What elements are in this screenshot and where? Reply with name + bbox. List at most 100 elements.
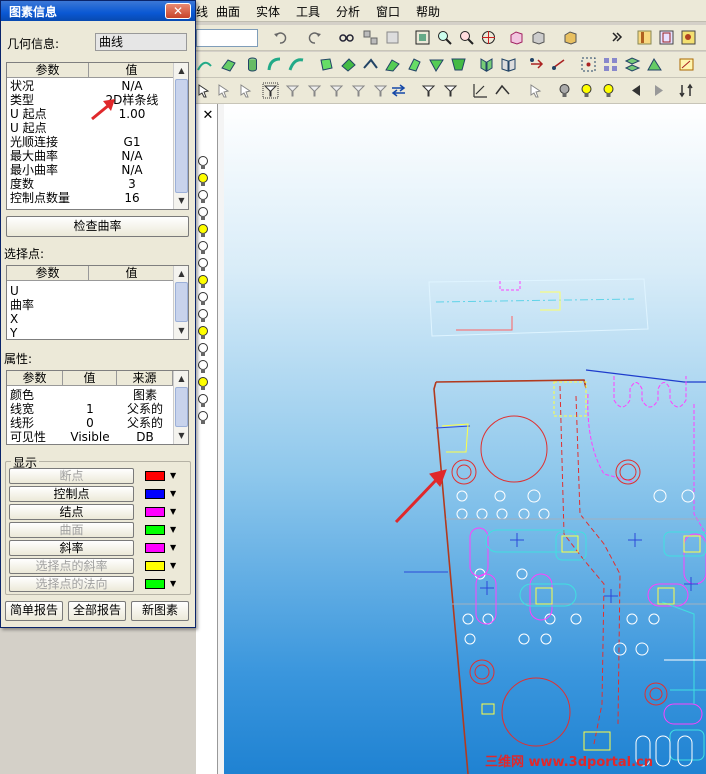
scroll-thumb[interactable] (175, 282, 188, 322)
attr-value-header[interactable]: 值 (63, 371, 117, 386)
filter-curve-icon[interactable] (306, 82, 323, 99)
undo-icon[interactable] (272, 29, 289, 46)
new-entity-button[interactable]: 新图素 (131, 601, 189, 621)
curve-tool-icon[interactable] (196, 56, 213, 73)
display-toggle-button[interactable]: 控制点 (9, 486, 134, 502)
display-toggle-button[interactable]: 断点 (9, 468, 134, 484)
table-row[interactable]: 光顺连接 G1 (7, 136, 173, 150)
display-toggle-button[interactable]: 曲面 (9, 522, 134, 538)
filter-dim-icon[interactable] (372, 82, 389, 99)
attr-table[interactable]: 参数 值 来源 颜色 图素 线宽 1 父系的 线形 0 父系的 可见性 Visible DB ▲ ▼ (6, 370, 189, 445)
table-row[interactable]: X (7, 313, 173, 327)
table-row[interactable]: 线宽 1 父系的 (7, 403, 173, 417)
unfold-icon[interactable] (646, 56, 663, 73)
filter-plus-icon[interactable] (420, 82, 437, 99)
color-swatch[interactable] (145, 489, 165, 499)
color-swatch[interactable] (145, 507, 165, 517)
table-row[interactable]: 曲率 (7, 299, 173, 313)
chevron-down-icon[interactable]: ▼ (170, 561, 176, 570)
param-header[interactable]: 参数 (7, 63, 89, 78)
ruled-icon[interactable] (362, 56, 379, 73)
light-bulb-icon[interactable] (197, 207, 209, 221)
menu-window[interactable]: 窗口 (376, 3, 400, 20)
arrow-left-icon[interactable] (628, 82, 645, 99)
offset-surface-icon[interactable] (406, 56, 423, 73)
light-bulb-icon[interactable] (197, 173, 209, 187)
simple-report-button[interactable]: 简单报告 (5, 601, 63, 621)
menu-tools[interactable]: 工具 (296, 3, 320, 20)
light-bulb-icon[interactable] (197, 343, 209, 357)
arrow-right-icon[interactable] (650, 82, 667, 99)
trim-surface-icon[interactable] (428, 56, 445, 73)
filter-star-icon[interactable] (442, 82, 459, 99)
select-filter-icon[interactable] (262, 82, 279, 99)
point-param-header[interactable]: 参数 (7, 266, 89, 281)
menu-solid[interactable]: 实体 (256, 3, 280, 20)
light-bulb-icon[interactable] (197, 377, 209, 391)
scroll-up-icon[interactable]: ▲ (175, 64, 188, 78)
display-toggle-button[interactable]: 选择点的斜率 (9, 558, 134, 574)
scroll-thumb[interactable] (175, 79, 188, 193)
ungroup-icon[interactable] (384, 29, 401, 46)
array-icon[interactable] (602, 56, 619, 73)
light-bulb-icon[interactable] (197, 394, 209, 408)
light-bulb-icon[interactable] (197, 224, 209, 238)
zoom-icon[interactable] (436, 29, 453, 46)
table-row[interactable]: 最小曲率 N/A (7, 164, 173, 178)
shading-icon[interactable] (636, 29, 653, 46)
chevron-down-icon[interactable]: ▼ (170, 543, 176, 552)
wireframe-icon[interactable] (658, 29, 675, 46)
color-swatch[interactable] (145, 561, 165, 571)
cube-view-icon[interactable] (508, 29, 525, 46)
transform-icon[interactable] (528, 56, 545, 73)
dialog-titlebar[interactable]: 图素信息 ✕ (1, 1, 195, 21)
color-swatch[interactable] (145, 543, 165, 553)
patch-icon[interactable] (340, 56, 357, 73)
scroll-down-icon[interactable]: ▼ (175, 194, 188, 208)
render-icon[interactable] (680, 29, 697, 46)
light-bulb-icon[interactable] (197, 360, 209, 374)
table-row[interactable]: Y (7, 327, 173, 340)
point-value-header[interactable]: 值 (89, 266, 175, 281)
extrude-icon[interactable] (318, 56, 335, 73)
swap-icon[interactable] (390, 82, 407, 99)
toolbar-combo[interactable] (196, 29, 258, 47)
toolbar-chevron-icon[interactable] (608, 29, 625, 46)
attr-param-header[interactable]: 参数 (7, 371, 63, 386)
attr-table-scrollbar[interactable]: ▲ ▼ (173, 371, 188, 444)
analyze-icon[interactable] (472, 82, 489, 99)
light-icon[interactable] (556, 82, 573, 99)
full-report-button[interactable]: 全部报告 (68, 601, 126, 621)
select-arrow-icon[interactable] (196, 82, 213, 99)
select-window-icon[interactable] (238, 82, 255, 99)
cylinder-icon[interactable] (244, 56, 261, 73)
redo-icon[interactable] (306, 29, 323, 46)
filter-solid-icon[interactable] (350, 82, 367, 99)
table-row[interactable]: 度数 3 (7, 178, 173, 192)
table-row[interactable]: 控制点数量 16 (7, 192, 173, 206)
chevron-down-icon[interactable]: ▼ (170, 471, 176, 480)
param-table-scrollbar[interactable]: ▲ ▼ (173, 63, 188, 209)
light-bulb-icon[interactable] (197, 326, 209, 340)
light-bulb-icon[interactable] (197, 241, 209, 255)
glasses-icon[interactable] (338, 29, 355, 46)
sort-icon[interactable] (678, 82, 695, 99)
snap-icon[interactable] (528, 82, 545, 99)
table-row[interactable]: U (7, 285, 173, 299)
attr-source-header[interactable]: 来源 (117, 371, 173, 386)
menu-surface[interactable]: 曲面 (216, 3, 240, 20)
light-bulb-icon[interactable] (197, 156, 209, 170)
fillet-surface-icon[interactable] (384, 56, 401, 73)
light-bulb-icon[interactable] (197, 275, 209, 289)
point-table[interactable]: 参数 值 U 曲率 X Y ▲ ▼ (6, 265, 189, 340)
light-on-icon[interactable] (578, 82, 595, 99)
translate-icon[interactable] (550, 56, 567, 73)
color-swatch[interactable] (145, 525, 165, 535)
select-chain-icon[interactable] (216, 82, 233, 99)
zoom-fit-icon[interactable] (458, 29, 475, 46)
light-bulb-icon[interactable] (197, 258, 209, 272)
scroll-up-icon[interactable]: ▲ (175, 372, 188, 386)
chevron-down-icon[interactable]: ▼ (170, 579, 176, 588)
scroll-down-icon[interactable]: ▼ (175, 324, 188, 338)
light-bulb-icon[interactable] (600, 82, 617, 99)
